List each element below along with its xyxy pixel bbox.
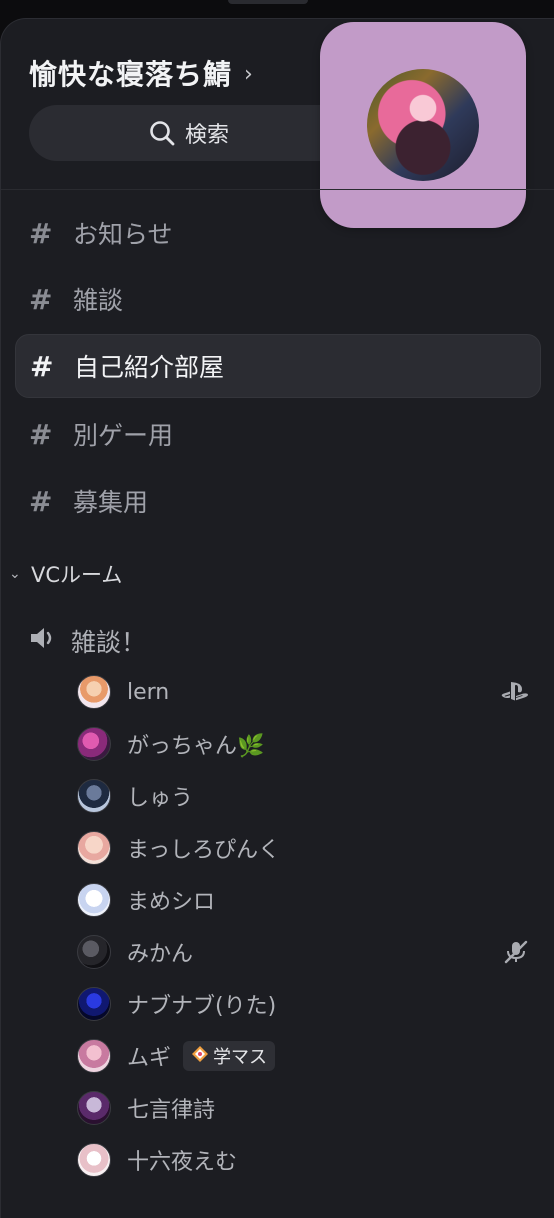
mic-muted-icon <box>503 940 529 968</box>
chevron-down-icon: ⌄ <box>9 566 21 582</box>
server-name: 愉快な寝落ち鯖 <box>29 58 233 91</box>
channel-zatsudan[interactable]: # 雑談 <box>15 267 541 331</box>
voice-member[interactable]: lern <box>77 672 537 712</box>
channel-betsugame[interactable]: # 別ゲー用 <box>15 402 541 466</box>
avatar <box>77 831 111 865</box>
channel-boshuu[interactable]: # 募集用 <box>15 469 541 533</box>
voice-member[interactable]: まめシロ <box>77 880 537 920</box>
game-tag: 学マス <box>183 1041 276 1071</box>
voice-member[interactable]: がっちゃん🌿 <box>77 724 537 764</box>
avatar <box>77 935 111 969</box>
channel-label: 雑談 <box>73 286 124 315</box>
game-tag-icon <box>191 1045 209 1068</box>
voice-member[interactable]: ナブナブ(りた) <box>77 984 537 1024</box>
voice-member[interactable]: ムギ 学マス <box>77 1036 537 1076</box>
playstation-icon <box>501 680 529 706</box>
channel-label: お知らせ <box>73 220 173 249</box>
channel-oshirase[interactable]: # お知らせ <box>15 201 541 265</box>
category-label: VCルーム <box>31 563 123 587</box>
member-name: lern <box>127 679 170 705</box>
category-vc-room[interactable]: ⌄ VCルーム <box>9 559 122 589</box>
avatar <box>77 987 111 1021</box>
member-name: みかん <box>127 942 194 967</box>
avatar <box>77 727 111 761</box>
voice-member[interactable]: みかん <box>77 932 537 972</box>
hash-icon: # <box>30 349 54 383</box>
member-name: ムギ <box>127 1046 172 1071</box>
voice-channel-label: 雑談！ <box>71 628 147 657</box>
voice-channel-zatsudan[interactable]: 雑談！ <box>29 623 146 659</box>
voice-member[interactable]: しゅう <box>77 776 537 816</box>
server-header[interactable]: 愉快な寝落ち鯖 › <box>29 53 253 93</box>
channel-label: 自己紹介部屋 <box>74 353 225 382</box>
channel-label: 募集用 <box>73 488 149 517</box>
server-avatar <box>367 69 479 181</box>
avatar <box>77 1143 111 1177</box>
member-name: 十六夜えむ <box>127 1150 238 1175</box>
member-name: 七言律詩 <box>127 1098 216 1123</box>
voice-member[interactable]: 十六夜えむ <box>77 1140 537 1180</box>
server-icon[interactable] <box>320 22 526 228</box>
avatar <box>77 883 111 917</box>
channel-list-panel: 愉快な寝落ち鯖 › 検索 # お知らせ # 雑談 # 自己紹介部屋 # 別ゲー用… <box>0 18 554 1218</box>
search-button[interactable]: 検索 <box>29 105 349 161</box>
hash-icon: # <box>29 417 53 451</box>
member-name: しゅう <box>127 786 194 811</box>
voice-member[interactable]: まっしろぴんく <box>77 828 537 868</box>
voice-member[interactable]: 七言律詩 <box>77 1088 537 1128</box>
status-notch <box>228 0 308 4</box>
channel-label: 別ゲー用 <box>73 421 174 450</box>
hash-icon: # <box>29 216 53 250</box>
avatar <box>77 1091 111 1125</box>
game-tag-label: 学マス <box>213 1047 268 1068</box>
divider <box>1 189 554 190</box>
search-icon <box>149 120 175 146</box>
member-name: まめシロ <box>127 890 216 915</box>
search-label: 検索 <box>184 123 229 148</box>
avatar <box>77 675 111 709</box>
member-name: まっしろぴんく <box>127 838 281 863</box>
channel-jikoshoukai[interactable]: # 自己紹介部屋 <box>15 334 541 398</box>
chevron-right-icon: › <box>244 61 253 87</box>
hash-icon: # <box>29 282 53 316</box>
hash-icon: # <box>29 484 53 518</box>
member-name: がっちゃん🌿 <box>127 734 265 759</box>
member-name: ナブナブ(りた) <box>127 994 277 1019</box>
avatar <box>77 779 111 813</box>
speaker-icon <box>29 625 57 657</box>
avatar <box>77 1039 111 1073</box>
